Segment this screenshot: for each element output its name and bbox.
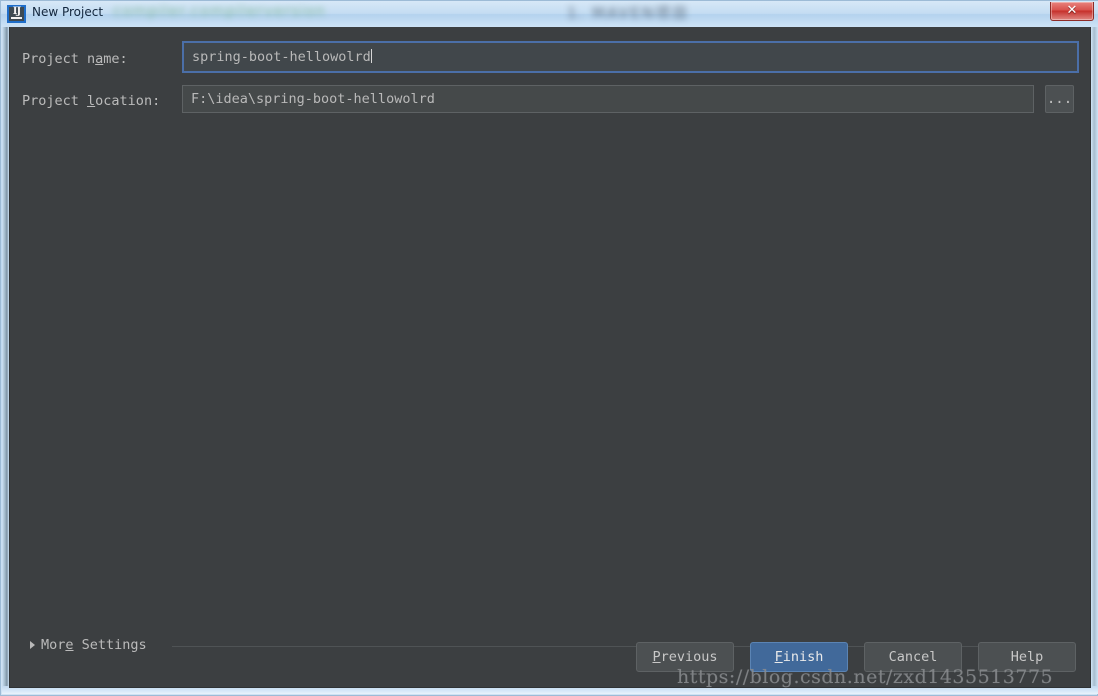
- dialog-content-panel: Project name: spring-boot-hellowolrd Pro…: [9, 27, 1091, 688]
- project-location-label: Project location:: [22, 93, 160, 109]
- previous-button-label: revious: [660, 649, 718, 665]
- project-name-value: spring-boot-hellowolrd: [192, 49, 371, 65]
- project-name-label-after: me:: [103, 51, 128, 67]
- intellij-idea-icon-letters: IJ: [12, 6, 21, 17]
- more-settings-label-before: Mor: [41, 637, 66, 653]
- previous-button-mnemonic: P: [652, 649, 661, 665]
- project-name-input[interactable]: spring-boot-hellowolrd: [182, 41, 1079, 73]
- project-location-input[interactable]: F:\idea\spring-boot-hellowolrd: [182, 85, 1034, 113]
- intellij-idea-icon-bar: [11, 17, 22, 19]
- project-name-label-before: Project n: [22, 51, 96, 67]
- close-icon: ✕: [1066, 3, 1078, 18]
- finish-button-mnemonic: F: [774, 649, 783, 665]
- project-location-label-mnemonic: l: [87, 93, 96, 109]
- project-location-label-before: Project: [22, 93, 88, 109]
- close-button[interactable]: ✕: [1050, 2, 1094, 21]
- chevron-right-icon: [30, 641, 35, 649]
- new-project-dialog-window: compiler.compilerversion 1. MAVEN项目 IJ N…: [0, 0, 1098, 696]
- text-caret: [370, 49, 372, 63]
- finish-button-label: inish: [782, 649, 824, 665]
- more-settings-label-mnemonic: e: [65, 637, 74, 653]
- watermark-text: https://blog.csdn.net/zxd1435513775: [677, 666, 1054, 688]
- project-location-label-after: ocation:: [95, 93, 161, 109]
- window-title: New Project: [32, 5, 104, 19]
- window-frame-right: [1091, 27, 1098, 688]
- project-name-label: Project name:: [22, 51, 128, 67]
- more-settings-label-after: Settings: [73, 637, 147, 653]
- browse-location-button[interactable]: ...: [1045, 85, 1074, 113]
- background-text-left: compiler.compilerversion: [113, 2, 326, 20]
- intellij-idea-icon: IJ: [7, 5, 26, 23]
- window-frame-left: [2, 27, 9, 688]
- title-bar[interactable]: compiler.compilerversion 1. MAVEN项目 IJ N…: [1, 1, 1098, 27]
- project-location-value: F:\idea\spring-boot-hellowolrd: [191, 91, 435, 107]
- more-settings-label: More Settings: [41, 637, 147, 653]
- background-text-right: 1. MAVEN项目: [567, 4, 690, 22]
